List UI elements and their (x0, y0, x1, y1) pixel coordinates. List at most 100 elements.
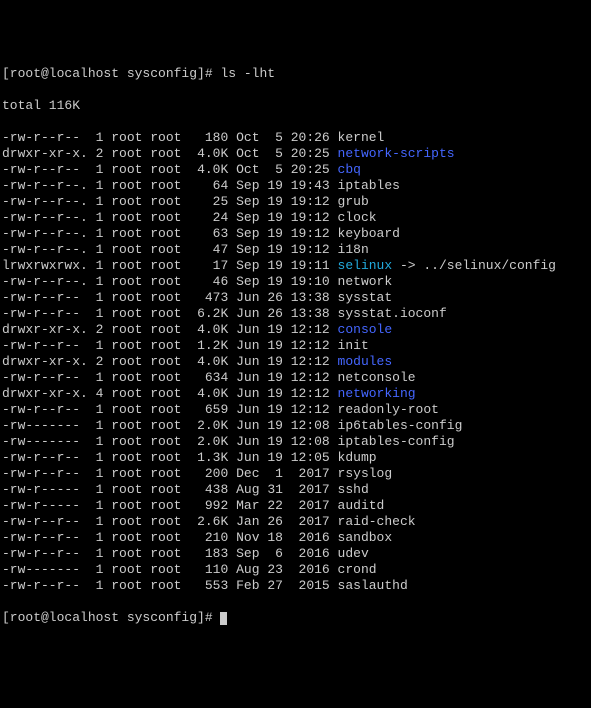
file-row: -rw-r--r-- 1 root root 2.6K Jan 26 2017 … (2, 514, 591, 530)
owner-group: root root (111, 354, 181, 369)
permissions: -rw-r--r-- (2, 290, 96, 305)
file-row: -rw-r--r--. 1 root root 63 Sep 19 19:12 … (2, 226, 591, 242)
file-name: kernel (338, 130, 385, 145)
file-name: i18n (338, 242, 369, 257)
file-size: 438 (189, 482, 228, 497)
owner-group: root root (111, 258, 181, 273)
file-name: rsyslog (338, 466, 393, 481)
file-date: Jun 19 12:12 (236, 354, 330, 369)
link-count: 1 (96, 578, 104, 593)
file-name: network (338, 274, 393, 289)
cursor-icon[interactable] (220, 612, 227, 625)
file-size: 200 (189, 466, 228, 481)
permissions: -rw-r--r--. (2, 274, 96, 289)
file-date: Nov 18 2016 (236, 530, 330, 545)
permissions: drwxr-xr-x. (2, 386, 96, 401)
permissions: -rw-r--r-- (2, 530, 96, 545)
link-count: 1 (96, 210, 104, 225)
file-name: networking (338, 386, 416, 401)
file-date: Sep 6 2016 (236, 546, 330, 561)
file-size: 553 (189, 578, 228, 593)
owner-group: root root (111, 514, 181, 529)
file-row: -rw------- 1 root root 2.0K Jun 19 12:08… (2, 418, 591, 434)
owner-group: root root (111, 562, 181, 577)
file-name: grub (338, 194, 369, 209)
file-date: Aug 31 2017 (236, 482, 330, 497)
permissions: drwxr-xr-x. (2, 146, 96, 161)
file-name: sysstat.ioconf (338, 306, 447, 321)
file-row: -rw-r--r--. 1 root root 24 Sep 19 19:12 … (2, 210, 591, 226)
owner-group: root root (111, 466, 181, 481)
symlink-target: -> ../selinux/config (392, 258, 556, 273)
file-date: Jun 26 13:38 (236, 290, 330, 305)
file-date: Sep 19 19:12 (236, 242, 330, 257)
file-name: netconsole (338, 370, 416, 385)
file-name: network-scripts (338, 146, 455, 161)
file-row: drwxr-xr-x. 2 root root 4.0K Oct 5 20:25… (2, 146, 591, 162)
permissions: -rw-r--r--. (2, 178, 96, 193)
file-name: udev (338, 546, 369, 561)
link-count: 1 (96, 178, 104, 193)
link-count: 1 (96, 482, 104, 497)
file-date: Jun 19 12:12 (236, 370, 330, 385)
file-size: 180 (189, 130, 228, 145)
owner-group: root root (111, 450, 181, 465)
file-size: 183 (189, 546, 228, 561)
file-row: -rw-r--r-- 1 root root 473 Jun 26 13:38 … (2, 290, 591, 306)
file-date: Jun 19 12:08 (236, 434, 330, 449)
permissions: drwxr-xr-x. (2, 354, 96, 369)
file-date: Sep 19 19:12 (236, 210, 330, 225)
file-size: 4.0K (189, 386, 228, 401)
owner-group: root root (111, 530, 181, 545)
file-size: 4.0K (189, 146, 228, 161)
file-size: 4.0K (189, 162, 228, 177)
link-count: 1 (96, 226, 104, 241)
link-count: 1 (96, 274, 104, 289)
file-size: 4.0K (189, 354, 228, 369)
link-count: 1 (96, 306, 104, 321)
file-date: Oct 5 20:25 (236, 146, 330, 161)
file-name: ip6tables-config (338, 418, 463, 433)
permissions: -rw-r--r-- (2, 338, 96, 353)
file-size: 1.2K (189, 338, 228, 353)
file-row: -rw-r--r-- 1 root root 210 Nov 18 2016 s… (2, 530, 591, 546)
file-name: sandbox (338, 530, 393, 545)
owner-group: root root (111, 162, 181, 177)
owner-group: root root (111, 578, 181, 593)
file-date: Sep 19 19:11 (236, 258, 330, 273)
owner-group: root root (111, 418, 181, 433)
file-date: Jun 26 13:38 (236, 306, 330, 321)
permissions: -rw------- (2, 434, 96, 449)
file-row: -rw-r----- 1 root root 438 Aug 31 2017 s… (2, 482, 591, 498)
link-count: 1 (96, 370, 104, 385)
file-size: 634 (189, 370, 228, 385)
file-date: Sep 19 19:43 (236, 178, 330, 193)
link-count: 1 (96, 514, 104, 529)
permissions: -rw-r--r-- (2, 546, 96, 561)
file-row: -rw-r--r--. 1 root root 46 Sep 19 19:10 … (2, 274, 591, 290)
owner-group: root root (111, 482, 181, 497)
file-row: -rw-r--r-- 1 root root 6.2K Jun 26 13:38… (2, 306, 591, 322)
permissions: -rw------- (2, 418, 96, 433)
owner-group: root root (111, 306, 181, 321)
link-count: 1 (96, 434, 104, 449)
link-count: 1 (96, 546, 104, 561)
file-size: 659 (189, 402, 228, 417)
file-date: Feb 27 2015 (236, 578, 330, 593)
owner-group: root root (111, 546, 181, 561)
link-count: 1 (96, 338, 104, 353)
owner-group: root root (111, 242, 181, 257)
file-row: -rw-r--r--. 1 root root 64 Sep 19 19:43 … (2, 178, 591, 194)
file-size: 2.6K (189, 514, 228, 529)
file-name: modules (338, 354, 393, 369)
permissions: -rw-r----- (2, 482, 96, 497)
file-size: 24 (189, 210, 228, 225)
file-name: clock (338, 210, 377, 225)
permissions: -rw-r--r-- (2, 466, 96, 481)
file-size: 210 (189, 530, 228, 545)
file-size: 64 (189, 178, 228, 193)
link-count: 1 (96, 402, 104, 417)
file-name: keyboard (338, 226, 400, 241)
file-date: Sep 19 19:10 (236, 274, 330, 289)
owner-group: root root (111, 402, 181, 417)
